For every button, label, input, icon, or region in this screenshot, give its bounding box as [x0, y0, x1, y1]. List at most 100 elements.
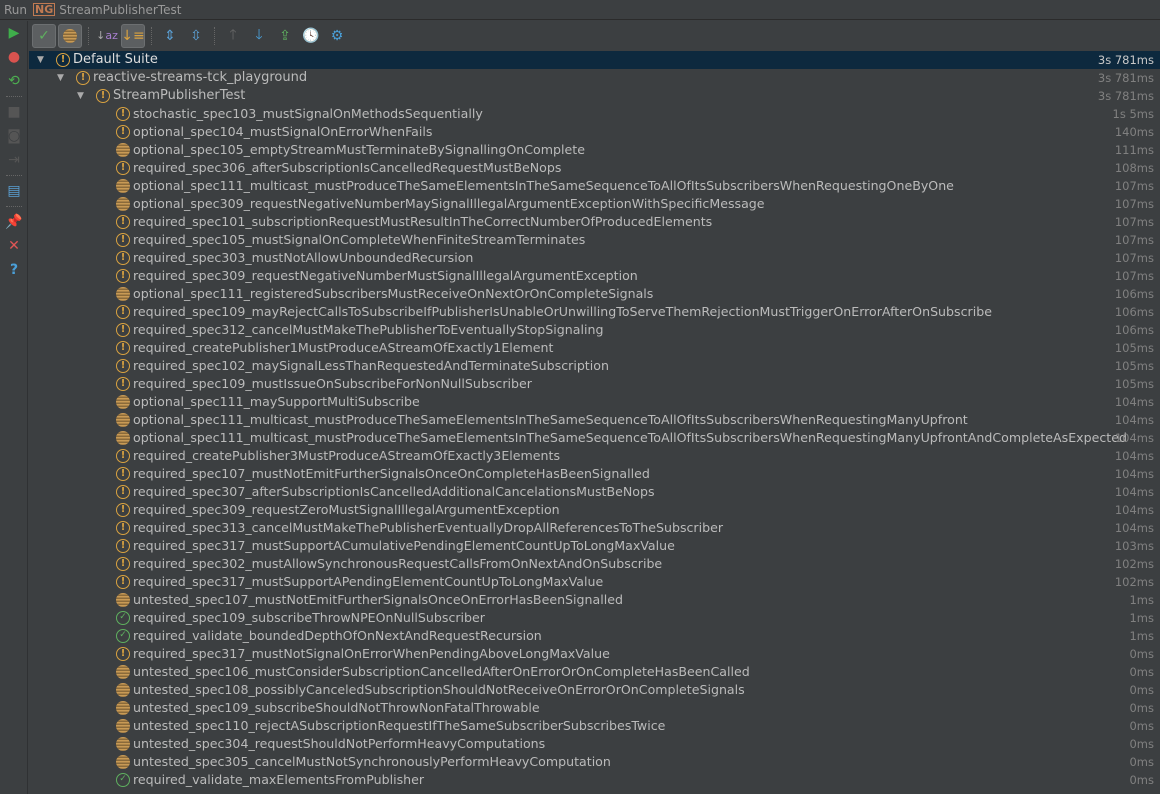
test-row[interactable]: untested_spec107_mustNotEmitFurtherSigna… — [29, 591, 1160, 609]
warning-icon: ! — [116, 647, 130, 661]
export-button[interactable]: ⇪ — [273, 24, 297, 48]
test-row[interactable]: untested_spec304_requestShouldNotPerform… — [29, 735, 1160, 753]
layout-button[interactable]: ▤ — [0, 179, 28, 203]
test-row[interactable]: untested_spec110_rejectASubscriptionRequ… — [29, 717, 1160, 735]
warning-icon: ! — [116, 557, 130, 571]
test-row[interactable]: untested_spec106_mustConsiderSubscriptio… — [29, 663, 1160, 681]
test-row[interactable]: optional_spec111_multicast_mustProduceTh… — [29, 429, 1160, 447]
test-name: stochastic_spec103_mustSignalOnMethodsSe… — [133, 106, 483, 121]
test-row[interactable]: ! required_spec105_mustSignalOnCompleteWh… — [29, 231, 1160, 249]
test-duration: 104ms — [1114, 521, 1154, 535]
toggle-auto-test-button[interactable]: ⟲ — [0, 69, 28, 93]
test-row[interactable]: ! required_spec306_afterSubscriptionIsCan… — [29, 159, 1160, 177]
test-row[interactable]: ! required_spec109_mustIssueOnSubscribeFo… — [29, 375, 1160, 393]
warning-icon: ! — [116, 305, 130, 319]
test-duration: 107ms — [1114, 197, 1154, 211]
test-row[interactable]: untested_spec108_possiblyCanceledSubscri… — [29, 681, 1160, 699]
test-duration: 107ms — [1114, 179, 1154, 193]
warning-icon: ! — [116, 377, 130, 391]
test-row[interactable]: ! required_spec303_mustNotAllowUnboundedR… — [29, 249, 1160, 267]
ignored-icon — [116, 593, 130, 607]
expand-arrow-icon[interactable]: ▼ — [57, 69, 64, 87]
test-row[interactable]: untested_spec109_subscribeShouldNotThrow… — [29, 699, 1160, 717]
test-row[interactable]: ! required_spec317_mustNotSignalOnErrorWh… — [29, 645, 1160, 663]
test-name: required_spec302_mustAllowSynchronousReq… — [133, 556, 663, 571]
show-passed-button[interactable]: ✓ — [32, 23, 56, 48]
run-config-name: StreamPublisherTest — [59, 2, 182, 17]
stop-button[interactable]: ■ — [0, 100, 28, 124]
warning-icon: ! — [116, 359, 130, 373]
warning-icon: ! — [116, 269, 130, 283]
test-row[interactable]: ! required_spec101_subscriptionRequestMus… — [29, 213, 1160, 231]
test-row[interactable]: ✓ required_validate_maxElementsFromPublis… — [29, 771, 1160, 789]
test-name: required_createPublisher1MustProduceAStr… — [133, 340, 554, 355]
test-duration: 140ms — [1114, 125, 1154, 139]
sort-by-duration-button[interactable]: ↓≡ — [121, 23, 145, 48]
settings-button[interactable]: ⚙ — [325, 24, 349, 48]
test-row[interactable]: ! required_spec309_requestNegativeNumberM… — [29, 267, 1160, 285]
warning-icon: ! — [116, 161, 130, 175]
test-duration: 111ms — [1114, 143, 1154, 157]
pin-button[interactable]: 📌 — [0, 210, 28, 234]
dump-threads-button[interactable]: ◙ — [0, 124, 28, 148]
test-row[interactable]: ! required_spec317_mustSupportAPendingEle… — [29, 573, 1160, 591]
expand-all-button[interactable]: ⇕ — [158, 24, 182, 48]
test-row[interactable]: ! required_spec313_cancelMustMakeThePubli… — [29, 519, 1160, 537]
test-duration: 106ms — [1114, 287, 1154, 301]
expand-arrow-icon[interactable]: ▼ — [77, 87, 84, 105]
exit-button[interactable]: ⇥ — [0, 148, 28, 172]
test-row[interactable]: untested_spec305_cancelMustNotSynchronou… — [29, 753, 1160, 771]
test-row[interactable]: optional_spec111_multicast_mustProduceTh… — [29, 177, 1160, 195]
test-duration: 1ms — [1129, 593, 1154, 607]
test-row[interactable]: optional_spec111_multicast_mustProduceTh… — [29, 411, 1160, 429]
test-name: required_spec101_subscriptionRequestMust… — [133, 214, 713, 229]
test-name: optional_spec104_mustSignalOnErrorWhenFa… — [133, 124, 433, 139]
warning-icon: ! — [116, 125, 130, 139]
rerun-button[interactable]: ▶ — [0, 21, 28, 45]
next-failed-button[interactable]: 🡓 — [247, 24, 271, 48]
test-row[interactable]: ! optional_spec104_mustSignalOnErrorWhenF… — [29, 123, 1160, 141]
test-row[interactable]: optional_spec309_requestNegativeNumberMa… — [29, 195, 1160, 213]
test-row[interactable]: ! required_spec312_cancelMustMakeThePubli… — [29, 321, 1160, 339]
test-row[interactable]: ! required_spec309_requestZeroMustSignalI… — [29, 501, 1160, 519]
test-row[interactable]: ! required_spec109_mayRejectCallsToSubscr… — [29, 303, 1160, 321]
ignored-icon — [116, 197, 130, 211]
passed-icon: ✓ — [116, 629, 130, 643]
test-duration: 102ms — [1114, 557, 1154, 571]
test-row[interactable]: ! required_spec317_mustSupportACumulative… — [29, 537, 1160, 555]
warning-icon: ! — [116, 485, 130, 499]
test-row[interactable]: ! required_spec107_mustNotEmitFurtherSign… — [29, 465, 1160, 483]
test-name: required_spec309_requestZeroMustSignalIl… — [133, 502, 560, 517]
test-row[interactable]: optional_spec111_registeredSubscribersMu… — [29, 285, 1160, 303]
test-name: optional_spec111_multicast_mustProduceTh… — [133, 178, 954, 193]
show-ignored-button[interactable] — [58, 23, 82, 48]
test-row[interactable]: ! required_createPublisher1MustProduceASt… — [29, 339, 1160, 357]
ignored-icon — [116, 683, 130, 697]
expand-arrow-icon[interactable]: ▼ — [37, 51, 44, 69]
previous-failed-button[interactable]: 🡑 — [221, 24, 245, 48]
test-duration: 104ms — [1114, 413, 1154, 427]
history-button[interactable]: 🕓 — [299, 24, 323, 48]
sort-alphabetically-button[interactable]: ↓ az — [95, 24, 119, 48]
test-row[interactable]: ! required_spec102_maySignalLessThanReque… — [29, 357, 1160, 375]
test-row[interactable]: ! required_createPublisher3MustProduceASt… — [29, 447, 1160, 465]
test-row[interactable]: ✓ required_validate_boundedDepthOfOnNextA… — [29, 627, 1160, 645]
collapse-all-button[interactable]: ⇳ — [184, 24, 208, 48]
test-name: required_spec317_mustNotSignalOnErrorWhe… — [133, 646, 610, 661]
test-duration: 105ms — [1114, 341, 1154, 355]
test-row[interactable]: ! required_spec307_afterSubscriptionIsCan… — [29, 483, 1160, 501]
close-button[interactable]: ✕ — [0, 234, 28, 258]
warning-icon: ! — [76, 71, 90, 85]
suite-row[interactable]: ▼! StreamPublisherTest 3s 781ms — [29, 87, 1160, 105]
test-name: optional_spec111_multicast_mustProduceTh… — [133, 412, 968, 427]
suite-row[interactable]: ▼! Default Suite 3s 781ms — [29, 51, 1160, 69]
test-row[interactable]: ! required_spec302_mustAllowSynchronousRe… — [29, 555, 1160, 573]
suite-row[interactable]: ▼! reactive-streams-tck_playground 3s 781m… — [29, 69, 1160, 87]
test-duration: 3s 781ms — [1097, 89, 1154, 103]
test-row[interactable]: ! stochastic_spec103_mustSignalOnMethodsS… — [29, 105, 1160, 123]
test-row[interactable]: ✓ required_spec109_subscribeThrowNPEOnNul… — [29, 609, 1160, 627]
test-row[interactable]: optional_spec105_emptyStreamMustTerminat… — [29, 141, 1160, 159]
help-button[interactable]: ? — [0, 258, 28, 282]
rerun-failed-button[interactable]: ● — [0, 45, 28, 69]
test-row[interactable]: optional_spec111_maySupportMultiSubscrib… — [29, 393, 1160, 411]
